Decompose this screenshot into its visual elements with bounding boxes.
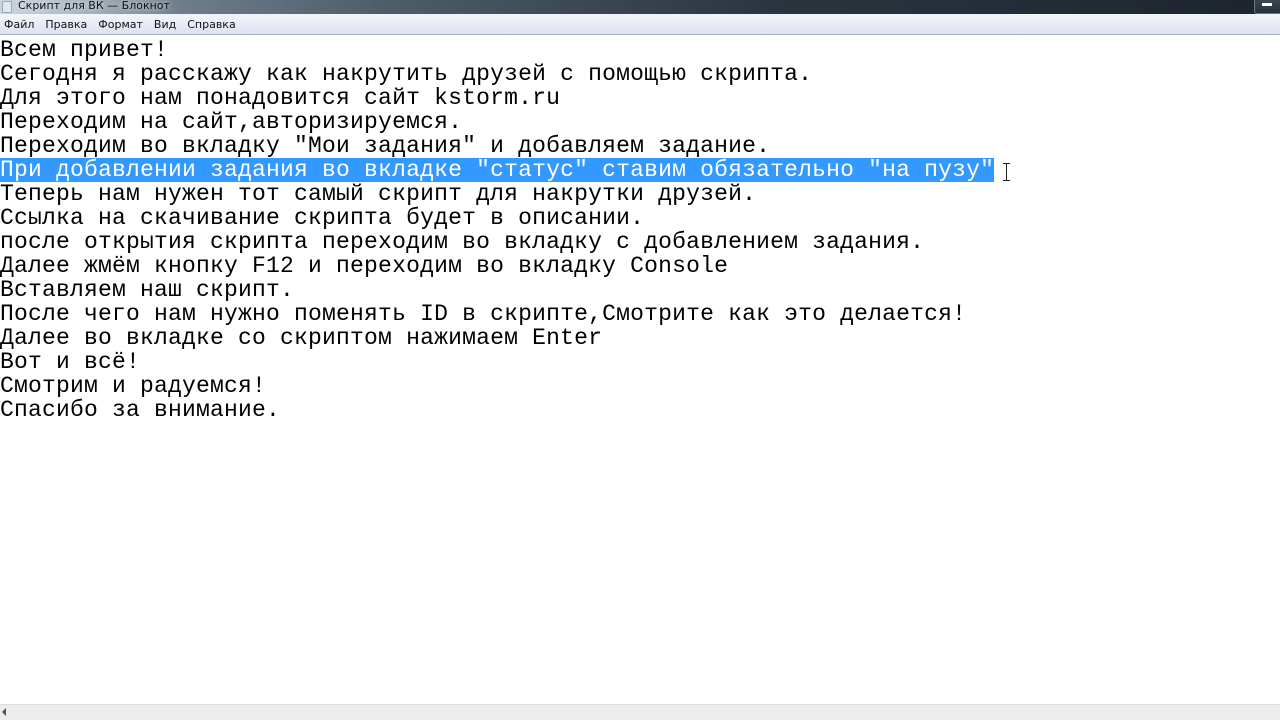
selected-text-line[interactable]: При добавлении задания во вкладке "стату…	[0, 158, 995, 182]
text-line[interactable]: после открытия скрипта переходим во вкла…	[0, 230, 924, 254]
text-line[interactable]: Для этого нам понадовится сайт kstorm.ru	[0, 86, 560, 110]
menu-help[interactable]: Справка	[182, 14, 241, 35]
notepad-icon[interactable]	[2, 1, 12, 13]
horizontal-scrollbar[interactable]	[0, 704, 1280, 720]
text-line[interactable]: Смотрим и радуемся!	[0, 374, 266, 398]
text-line[interactable]: Вот и всё!	[0, 350, 140, 374]
text-line[interactable]: Спасибо за внимание.	[0, 398, 280, 422]
menu-bar: Файл Правка Формат Вид Справка	[0, 14, 1280, 35]
menu-edit[interactable]: Правка	[40, 14, 93, 35]
text-line[interactable]: Переходим во вкладку "Мои задания" и доб…	[0, 134, 770, 158]
text-line[interactable]: Ссылка на скачивание скрипта будет в опи…	[0, 206, 644, 230]
text-cursor-icon	[1002, 163, 1011, 181]
text-line[interactable]: Всем привет!	[0, 38, 168, 62]
scroll-left-icon[interactable]	[2, 708, 6, 716]
minimize-icon	[1262, 3, 1272, 6]
text-line[interactable]: Теперь нам нужен тот самый скрипт для на…	[0, 182, 756, 206]
text-editor[interactable]: Всем привет! Сегодня я расскажу как накр…	[0, 36, 1280, 704]
text-line[interactable]: Сегодня я расскажу как накрутить друзей …	[0, 62, 812, 86]
text-line[interactable]: Переходим на сайт,авторизируемся.	[0, 110, 462, 134]
text-line[interactable]: Далее во вкладке со скриптом нажимаем En…	[0, 326, 602, 350]
window-title: Скрипт для ВК — Блокнот	[18, 0, 170, 12]
title-bar[interactable]: Скрипт для ВК — Блокнот	[0, 0, 1280, 14]
text-line[interactable]: Далее жмём кнопку F12 и переходим во вкл…	[0, 254, 728, 278]
text-line[interactable]: После чего нам нужно поменять ID в скрип…	[0, 302, 966, 326]
minimize-button[interactable]	[1254, 0, 1280, 14]
menu-file[interactable]: Файл	[0, 14, 40, 35]
text-line[interactable]: Вставляем наш скрипт.	[0, 278, 294, 302]
menu-format[interactable]: Формат	[93, 14, 149, 35]
menu-view[interactable]: Вид	[149, 14, 182, 35]
